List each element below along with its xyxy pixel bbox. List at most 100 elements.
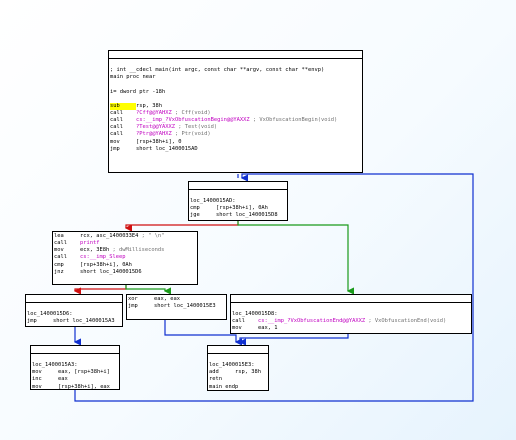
asm-mnemonic: call	[54, 254, 67, 261]
asm-comment: ; dwMilliseconds	[112, 247, 165, 254]
asm-mnemonic: cmp	[190, 205, 200, 212]
asm-mnemonic: inc	[32, 376, 42, 383]
asm-line[interactable]: loc_1400015E3:	[209, 362, 267, 369]
asm-operand: [rsp+38h+i], 0Ah	[80, 261, 132, 268]
asm-operand: eax, eax	[154, 296, 180, 302]
asm-line[interactable]: retn	[209, 376, 267, 383]
block-header	[189, 182, 287, 190]
asm-operand: short loc_1400015D8	[216, 212, 278, 219]
asm-line[interactable]: ; int __cdecl main(int argc, const char …	[110, 67, 361, 74]
edge-cmp-true	[237, 221, 354, 295]
asm-line[interactable]: lea rcx, asc_1400033E4 ; " \n"	[54, 233, 196, 240]
asm-line[interactable]: main endp	[209, 383, 267, 390]
asm-line[interactable]: loc_1400015A3:	[32, 362, 118, 369]
asm-text: i= dword ptr -18h	[110, 88, 166, 95]
asm-operand: ?Test@@YAXXZ	[136, 124, 175, 131]
asm-operand: eax, 1	[258, 325, 278, 332]
block-header	[26, 295, 122, 303]
asm-text: loc_1400015AD:	[190, 198, 236, 205]
asm-line[interactable]	[110, 96, 361, 103]
block-body: loc_1400015A3: mov eax, [rsp+38h+i] inc eax m…	[31, 354, 119, 390]
asm-line[interactable]: jmp short loc_1400015AD	[110, 146, 361, 153]
block-body: loc_1400015D6: jmp short loc_1400015A3	[26, 303, 122, 326]
asm-text: loc_1400015E3:	[209, 362, 255, 369]
asm-mnemonic: jnz	[54, 268, 64, 275]
asm-line[interactable]: loc_1400015AD:	[190, 198, 286, 205]
block-header	[109, 51, 362, 59]
block-main[interactable]: ; int __cdecl main(int argc, const char …	[108, 50, 363, 173]
block-body: lea rcx, asc_1400033E4 ; " \n" call printf m…	[53, 232, 197, 277]
asm-line[interactable]: loc_1400015D6:	[27, 311, 121, 318]
asm-line[interactable]: i= dword ptr -18h	[110, 89, 361, 96]
asm-text: main endp	[209, 383, 239, 390]
asm-operand: rsp, 38h	[136, 102, 162, 109]
asm-mnemonic: call	[110, 124, 123, 131]
asm-operand: short loc_1400015A3	[53, 318, 115, 325]
block-xor[interactable]: xor eax, eax jmp short loc_1400015E3	[126, 294, 227, 320]
edge-d8-to-e3	[238, 334, 349, 346]
block-body: xor eax, eax jmp short loc_1400015E3	[127, 295, 226, 311]
asm-mnemonic: mov	[32, 383, 42, 390]
asm-line[interactable]: mov [rsp+38h+i], 0	[110, 139, 361, 146]
asm-line[interactable]	[190, 191, 286, 198]
asm-line[interactable]	[209, 355, 267, 362]
asm-operand: short loc_1400015E3	[154, 303, 216, 310]
asm-line[interactable]	[27, 304, 121, 311]
asm-line[interactable]: jmp short loc_1400015A3	[27, 318, 121, 325]
asm-line[interactable]: jmp short loc_1400015E3	[128, 303, 225, 310]
asm-line[interactable]: call cs:__imp_?VxObfuscationBegin@@YAXXZ …	[110, 117, 361, 124]
asm-mnemonic: sub	[110, 102, 136, 110]
asm-line[interactable]	[32, 355, 118, 362]
asm-operand: short loc_1400015D6	[80, 268, 142, 275]
asm-line[interactable]: call ?Cff@@YAHXZ ; Cff(void)	[110, 110, 361, 117]
asm-line[interactable]: call cs:__imp_Sleep	[54, 254, 196, 261]
asm-operand: eax, [rsp+38h+i]	[58, 369, 110, 376]
asm-text: ; int __cdecl main(int argc, const char …	[110, 67, 325, 74]
asm-comment: ; VxObfuscationEnd(void)	[368, 318, 447, 325]
asm-operand: rsp, 38h	[235, 369, 261, 376]
asm-operand: ecx, 3E8h	[80, 247, 110, 254]
block-header	[231, 295, 471, 303]
asm-line[interactable]: cmp [rsp+38h+i], 0Ah	[190, 205, 286, 212]
asm-mnemonic: call	[54, 240, 67, 247]
asm-text: main proc near	[110, 74, 156, 81]
asm-mnemonic: jmp	[110, 145, 120, 152]
asm-comment: ; VxObfuscationBegin(void)	[252, 117, 338, 124]
asm-line[interactable]: mov eax, 1	[232, 325, 470, 332]
asm-line[interactable]: mov [rsp+38h+i], eax	[32, 383, 118, 390]
asm-operand: cs:__imp_Sleep	[80, 254, 126, 261]
block-loc-1400015e3[interactable]: loc_1400015E3: add rsp, 38h retn main endp	[207, 345, 269, 391]
asm-text: loc_1400015A3:	[32, 362, 78, 369]
asm-line[interactable]: main proc near	[110, 74, 361, 81]
asm-mnemonic: lea	[54, 233, 64, 239]
asm-line[interactable]: add rsp, 38h	[209, 369, 267, 376]
asm-line[interactable]: call cs:__imp_?VxObfuscationEnd@@YAXXZ ; …	[232, 318, 470, 325]
asm-line[interactable]	[110, 60, 361, 67]
asm-line[interactable]: cmp [rsp+38h+i], 0Ah	[54, 262, 196, 269]
asm-line[interactable]: sub rsp, 38h	[110, 102, 361, 110]
asm-line[interactable]	[110, 81, 361, 88]
block-body: ; int __cdecl main(int argc, const char …	[109, 59, 362, 154]
block-loop-body[interactable]: lea rcx, asc_1400033E4 ; " \n" call printf m…	[52, 231, 198, 285]
block-loc-1400015a3[interactable]: loc_1400015A3: mov eax, [rsp+38h+i] inc eax m…	[30, 345, 120, 390]
asm-line[interactable]: call ?Test@@YAXXZ ; Test(void)	[110, 124, 361, 131]
asm-operand: ?Ptr@@YAHXZ	[136, 131, 172, 138]
asm-line[interactable]: jge short loc_1400015D8	[190, 212, 286, 219]
asm-operand: ?Cff@@YAHXZ	[136, 109, 172, 116]
asm-line[interactable]: call printf	[54, 240, 196, 247]
block-loc-1400015ad[interactable]: loc_1400015AD: cmp [rsp+38h+i], 0Ah jge shor…	[188, 181, 288, 221]
asm-line[interactable]: xor eax, eax	[128, 296, 225, 303]
block-header	[208, 346, 268, 354]
asm-line[interactable]	[232, 304, 470, 311]
block-body: loc_1400015D8: call cs:__imp_?VxObfuscatio…	[231, 303, 471, 333]
asm-line[interactable]: mov eax, [rsp+38h+i]	[32, 369, 118, 376]
asm-line[interactable]: inc eax	[32, 376, 118, 383]
edge-body-true	[125, 285, 171, 295]
asm-line[interactable]: mov ecx, 3E8h ; dwMilliseconds	[54, 247, 196, 254]
asm-line[interactable]: call ?Ptr@@YAHXZ ; Ptr(void)	[110, 131, 361, 138]
asm-line[interactable]: loc_1400015D8:	[232, 311, 470, 318]
block-loc-1400015d8[interactable]: loc_1400015D8: call cs:__imp_?VxObfuscatio…	[230, 294, 472, 334]
asm-mnemonic: add	[209, 369, 219, 376]
block-loc-1400015d6[interactable]: loc_1400015D6: jmp short loc_1400015A3	[25, 294, 123, 327]
asm-line[interactable]: jnz short loc_1400015D6	[54, 269, 196, 276]
